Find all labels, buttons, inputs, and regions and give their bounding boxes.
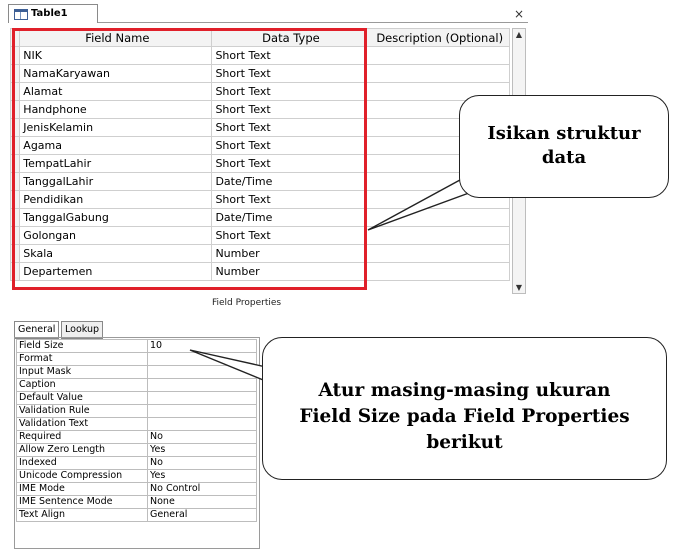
property-value[interactable]	[147, 378, 257, 392]
callout-structure: Isikan struktur data	[459, 95, 669, 198]
property-row[interactable]: Unicode Compression Yes	[16, 469, 257, 483]
property-value[interactable]: 10	[147, 339, 257, 353]
property-row[interactable]: Input Mask	[16, 365, 257, 379]
property-name: Default Value	[16, 391, 148, 405]
close-icon[interactable]: ×	[514, 8, 524, 20]
table1-tab-label: Table1	[31, 8, 68, 19]
property-value[interactable]	[147, 404, 257, 418]
property-value[interactable]: None	[147, 495, 257, 509]
field-properties-body: Field Size 10 Format Input Mask Caption Defau…	[16, 339, 257, 522]
property-row[interactable]: Format	[16, 352, 257, 366]
property-value[interactable]: General	[147, 508, 257, 522]
property-row[interactable]: Required No	[16, 430, 257, 444]
description-cell[interactable]	[366, 226, 510, 245]
property-row[interactable]: IME Mode No Control	[16, 482, 257, 496]
description-cell[interactable]	[366, 208, 510, 227]
property-row[interactable]: Indexed No	[16, 456, 257, 470]
callout-structure-line2: data	[541, 147, 587, 168]
property-row[interactable]: Field Size 10	[16, 339, 257, 353]
property-value[interactable]: Yes	[147, 443, 257, 457]
property-name: Text Align	[16, 508, 148, 522]
field-properties-title: Field Properties	[212, 298, 282, 308]
property-value[interactable]	[147, 417, 257, 431]
property-name: Format	[16, 352, 148, 366]
document-tab-strip: Table1	[8, 4, 528, 23]
property-name: Indexed	[16, 456, 148, 470]
property-name: Validation Rule	[16, 404, 148, 418]
property-row[interactable]: Validation Rule	[16, 404, 257, 418]
property-value[interactable]: No	[147, 430, 257, 444]
property-value[interactable]	[147, 365, 257, 379]
table1-tab[interactable]: Table1	[8, 4, 98, 23]
property-name: Field Size	[16, 339, 148, 353]
property-value[interactable]: No Control	[147, 482, 257, 496]
callout-field-size-line1: Atur masing-masing ukuran	[318, 380, 611, 401]
property-name: Unicode Compression	[16, 469, 148, 483]
callout-field-size-line3: berikut	[426, 432, 503, 453]
property-row[interactable]: Caption	[16, 378, 257, 392]
callout-field-size-line2: Field Size pada Field Properties	[299, 406, 630, 427]
property-name: IME Mode	[16, 482, 148, 496]
description-cell[interactable]	[366, 64, 510, 83]
property-name: Required	[16, 430, 148, 444]
property-row[interactable]: Allow Zero Length Yes	[16, 443, 257, 457]
property-row[interactable]: Default Value	[16, 391, 257, 405]
property-name: Allow Zero Length	[16, 443, 148, 457]
property-name: Input Mask	[16, 365, 148, 379]
property-row[interactable]: Validation Text	[16, 417, 257, 431]
description-cell[interactable]	[366, 262, 510, 281]
description-header: Description (Optional)	[366, 28, 510, 47]
property-row[interactable]: Text Align General	[16, 508, 257, 522]
description-cell[interactable]	[366, 46, 510, 65]
property-value[interactable]	[147, 352, 257, 366]
property-name: Caption	[16, 378, 148, 392]
property-value[interactable]: No	[147, 456, 257, 470]
callout-field-size: Atur masing-masing ukuran Field Size pad…	[262, 337, 667, 480]
scroll-down-arrow-icon[interactable]: ▼	[513, 282, 525, 293]
property-value[interactable]	[147, 391, 257, 405]
callout-structure-line1: Isikan struktur	[487, 123, 641, 144]
property-row[interactable]: IME Sentence Mode None	[16, 495, 257, 509]
table-icon	[14, 9, 28, 20]
scroll-up-arrow-icon[interactable]: ▲	[513, 29, 525, 40]
field-properties-grid: Field Size 10 Format Input Mask Caption Defau…	[16, 339, 257, 522]
highlight-box	[12, 28, 367, 290]
description-cell[interactable]	[366, 244, 510, 263]
property-name: IME Sentence Mode	[16, 495, 148, 509]
property-name: Validation Text	[16, 417, 148, 431]
property-value[interactable]: Yes	[147, 469, 257, 483]
